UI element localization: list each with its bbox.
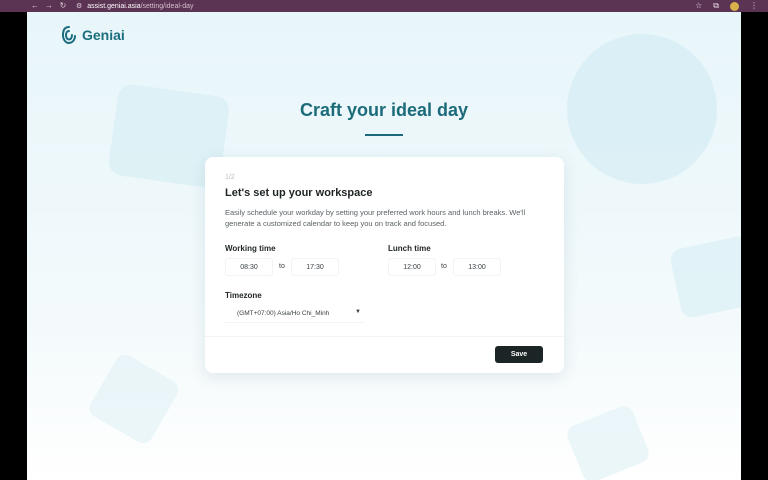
back-arrow-icon[interactable]: ← [28, 0, 42, 12]
chevron-down-icon: ▼ [355, 309, 361, 315]
profile-avatar[interactable] [730, 1, 739, 11]
browser-actions: ☆ ⧉ ⋮ [695, 0, 758, 12]
save-button[interactable]: Save [495, 346, 543, 363]
timezone-select[interactable]: (GMT+07:00) Asia/Ho Chi_Minh ▼ [225, 305, 365, 323]
app-logo[interactable]: Geniai [61, 26, 125, 44]
timezone-value: (GMT+07:00) Asia/Ho Chi_Minh [237, 310, 330, 317]
browser-menu-icon[interactable]: ⋮ [750, 0, 758, 12]
bookmark-star-icon[interactable]: ☆ [695, 0, 702, 12]
card-description: Easily schedule your workday by setting … [225, 208, 526, 228]
background-decoration [668, 234, 741, 320]
working-time-start-input[interactable]: 08:30 [225, 258, 273, 276]
card-divider [205, 336, 564, 337]
working-time-separator: to [279, 263, 285, 270]
lunch-time-separator: to [441, 263, 447, 270]
page-viewport: Geniai Craft your ideal day 1/2 Let's se… [27, 12, 741, 480]
extensions-icon[interactable]: ⧉ [713, 0, 719, 12]
working-time-label: Working time [225, 244, 276, 253]
reload-icon[interactable]: ↻ [56, 0, 70, 12]
lunch-time-label: Lunch time [388, 244, 431, 253]
timezone-label: Timezone [225, 291, 262, 300]
title-underline [365, 134, 403, 136]
address-bar[interactable]: ⚙ assist.geniai.asia/setting/ideal-day [76, 2, 194, 11]
url-host: assist.geniai.asia [87, 2, 141, 10]
page-title: Craft your ideal day [299, 100, 469, 120]
forward-arrow-icon[interactable]: → [42, 0, 56, 12]
logo-text: Geniai [82, 27, 125, 43]
lunch-time-end-input[interactable]: 13:00 [453, 258, 501, 276]
card-title: Let's set up your workspace [225, 187, 373, 199]
site-settings-icon[interactable]: ⚙ [76, 2, 82, 10]
url-path: /setting/ideal-day [140, 2, 194, 10]
lunch-time-start-input[interactable]: 12:00 [388, 258, 436, 276]
screen: ← → ↻ ⚙ assist.geniai.asia/setting/ideal… [0, 0, 768, 480]
background-decoration [564, 403, 652, 480]
workspace-setup-card: 1/2 Let's set up your workspace Easily s… [205, 157, 564, 373]
browser-toolbar: ← → ↻ ⚙ assist.geniai.asia/setting/ideal… [0, 0, 768, 12]
geniai-logo-icon [61, 26, 76, 44]
step-indicator: 1/2 [225, 174, 235, 181]
background-decoration [86, 351, 182, 447]
working-time-end-input[interactable]: 17:30 [291, 258, 339, 276]
